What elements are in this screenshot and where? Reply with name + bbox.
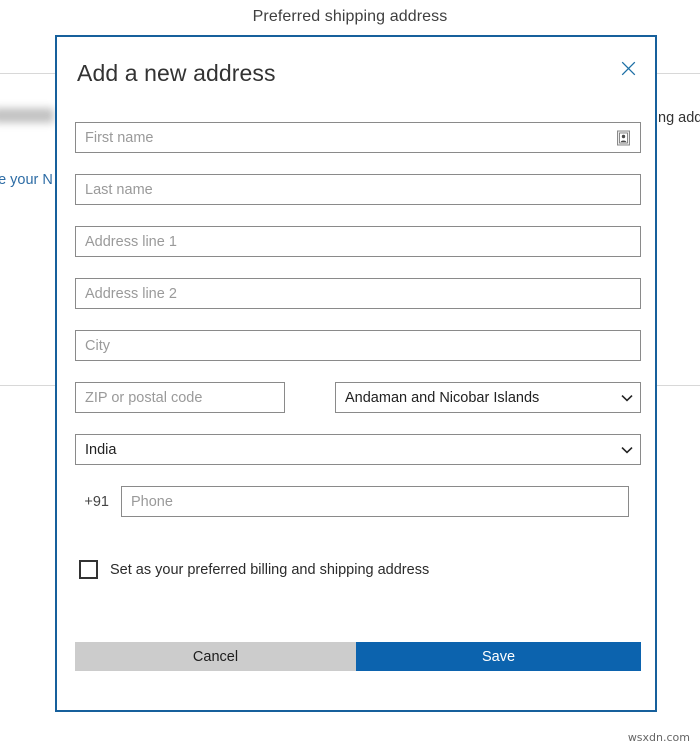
cancel-button[interactable]: Cancel xyxy=(75,642,356,671)
close-icon[interactable] xyxy=(614,54,642,82)
last-name-field[interactable] xyxy=(75,174,641,205)
preferred-address-row: Set as your preferred billing and shippi… xyxy=(75,560,641,579)
background-page-heading: Preferred shipping address xyxy=(252,8,448,25)
state-select-value: Andaman and Nicobar Islands xyxy=(345,389,540,406)
country-code-label: +91 xyxy=(84,493,109,510)
state-select[interactable]: Andaman and Nicobar Islands xyxy=(335,382,641,413)
zip-input[interactable] xyxy=(76,383,284,412)
contact-card-glyph xyxy=(617,130,630,145)
first-name-input[interactable] xyxy=(76,123,640,152)
background-link-partial[interactable]: ge your N xyxy=(0,172,53,188)
chevron-down-glyph xyxy=(621,394,633,402)
phone-row: +91 xyxy=(75,486,641,517)
save-button[interactable]: Save xyxy=(356,642,641,671)
address-line-2-field[interactable] xyxy=(75,278,641,309)
add-address-dialog: Add a new address First name Last name A… xyxy=(55,35,657,712)
last-name-input[interactable] xyxy=(76,175,640,204)
dialog-title: Add a new address xyxy=(77,60,276,86)
close-glyph xyxy=(621,61,635,75)
site-credit: wsxdn.com xyxy=(627,731,690,744)
preferred-address-checkbox[interactable] xyxy=(79,560,98,579)
zip-field[interactable] xyxy=(75,382,285,413)
country-select-value: India xyxy=(85,441,117,458)
chevron-down-icon xyxy=(614,394,640,402)
chevron-down-icon xyxy=(614,446,640,454)
address-line-1-input[interactable] xyxy=(76,227,640,256)
phone-field[interactable] xyxy=(121,486,629,517)
contact-card-icon[interactable] xyxy=(617,130,630,145)
country-select[interactable]: India xyxy=(75,434,641,465)
chevron-down-glyph xyxy=(621,446,633,454)
page-root: Preferred shipping address ge your N ng … xyxy=(0,0,700,750)
background-blurred-name xyxy=(0,108,54,123)
first-name-field[interactable] xyxy=(75,122,641,153)
phone-input[interactable] xyxy=(122,487,628,516)
zip-state-row: Andaman and Nicobar Islands xyxy=(75,382,641,413)
city-field[interactable] xyxy=(75,330,641,361)
background-text-partial: ng add xyxy=(658,110,700,126)
address-form: Andaman and Nicobar Islands India xyxy=(75,122,641,579)
dialog-actions: Cancel Save xyxy=(75,642,641,671)
address-line-1-field[interactable] xyxy=(75,226,641,257)
preferred-address-label[interactable]: Set as your preferred billing and shippi… xyxy=(110,562,429,578)
address-line-2-input[interactable] xyxy=(76,279,640,308)
city-input[interactable] xyxy=(76,331,640,360)
